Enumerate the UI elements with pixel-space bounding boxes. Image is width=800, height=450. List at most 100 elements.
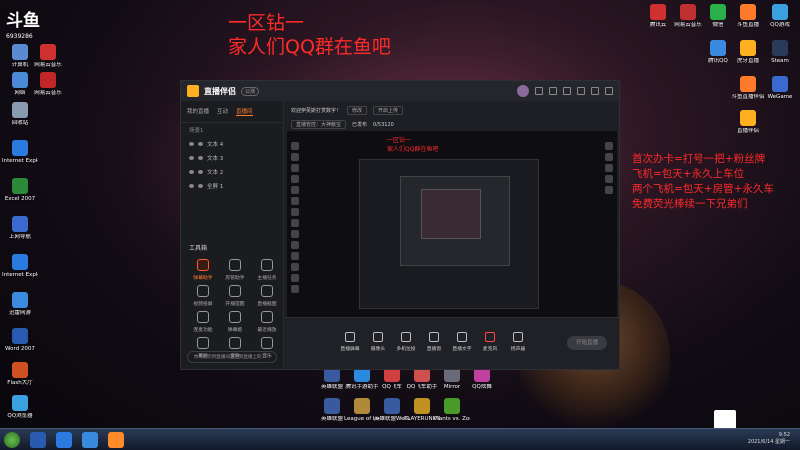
tool-item[interactable]: 弹幕姬 [221,311,249,333]
tool-icon [261,337,273,349]
user-avatar[interactable] [517,85,529,97]
desktop-icon-label: Plants vs. Zombies G... [434,416,470,422]
eye-icon[interactable] [189,142,194,146]
desktop-icon[interactable]: Flash大厅 [2,362,38,386]
control-icon [485,332,495,342]
tool-item[interactable]: 开播提醒 [221,285,249,307]
control-item[interactable]: 摄像头 [363,332,393,352]
menu-icon[interactable] [577,87,585,95]
control-icon [457,332,467,342]
desktop-icon[interactable]: Internet Explorer [2,254,38,278]
close-icon[interactable] [605,87,613,95]
scene-item[interactable]: 文本 4 [181,137,283,151]
side-bottom-input[interactable]: 你可把示例直播间送回到直播上的… [187,351,277,363]
desktop-icon[interactable]: QQ游戏 [762,4,798,28]
app-icon [384,398,400,414]
edit-button[interactable]: 修改 [347,106,368,115]
control-item[interactable]: 多机位投 [391,332,421,352]
scene-label: 文本 4 [207,142,224,148]
app-icon [12,395,28,411]
lock-icon[interactable] [198,142,203,146]
scene-item[interactable]: 文本 3 [181,151,283,165]
desktop-icon-label: QQ炫舞 [472,384,492,390]
desktop-icon[interactable]: QQ浏览器 [2,395,38,419]
taskbar-qq[interactable] [82,432,98,448]
eye-icon[interactable] [189,156,194,160]
app-icon [710,4,726,20]
tool-item[interactable]: 直播截图 [253,285,281,307]
live-companion-window[interactable]: 直播伴侣 公测 我的直播 互动 直播间 场景1 文本 4 文本 3 文本 2 全… [180,80,620,370]
control-item[interactable]: 麦克风 [475,332,505,352]
category-pill[interactable]: 直播管控：大神献宝 [291,120,347,129]
scene-header[interactable]: 场景1 [181,123,283,137]
douyu-corner-logo [714,410,736,430]
control-icon [513,332,523,342]
lock-icon[interactable] [198,170,203,174]
eye-icon[interactable] [189,184,194,188]
preview-overlay-2: 家人们QQ群在鱼吧 [387,146,439,153]
upload-button[interactable]: 开启上传 [373,106,404,115]
desktop-icon[interactable]: 网易云音乐 [30,72,66,96]
control-item[interactable]: 直播窗 [419,332,449,352]
stream-title: 欢迎伊芙斯打赏数字！ [291,108,342,114]
note-line: 首次办卡=打号一把+粉丝牌 [632,153,766,165]
taskbar-explorer[interactable] [30,432,46,448]
taskbar: 9:52 2021/6/14 星期一 [0,428,800,450]
app-icon [12,254,28,270]
eye-icon[interactable] [189,170,194,174]
desktop-icon[interactable]: 虎牙直播 [730,40,766,64]
desktop-icon[interactable]: 直播伴侣 [730,110,766,134]
control-label: 摄像头 [370,347,386,352]
tool-item[interactable]: 房管助手 [221,259,249,281]
app-icon [12,216,28,232]
tool-label: 弹幕姬 [227,328,243,333]
stream-preview[interactable]: 一区钻一 家人们QQ群在鱼吧 [287,131,617,317]
desktop-icon[interactable]: 网易云音乐 [30,44,66,68]
desktop-icon[interactable]: 迅雷网游 [2,292,38,316]
control-bar: 直播屏幕 摄像头 多机位投 直播窗 直播文字 麦克风 扬声器 开始直播 [285,317,619,369]
desktop-icon-label: 回收站 [11,120,29,126]
taskbar-douyu[interactable] [108,432,124,448]
desktop-icon[interactable]: Word 2007 [2,328,38,352]
tool-item[interactable]: 主播任务 [253,259,281,281]
start-button[interactable] [4,432,20,448]
scene-item[interactable]: 全屏 1 [181,179,283,193]
control-item[interactable]: 扬声器 [503,332,533,352]
desktop-icon[interactable]: Plants vs. Zombies G... [434,398,470,422]
tool-item[interactable]: 连麦功能 [189,311,217,333]
scene-item[interactable]: 文本 2 [181,165,283,179]
desktop-icon[interactable]: 回收站 [2,102,38,126]
tab-my-live[interactable]: 我的直播 [187,107,209,116]
control-item[interactable]: 直播屏幕 [335,332,365,352]
desktop-icon[interactable]: 斗鱼直播 [730,4,766,28]
note-line: 两个飞机=包天+房管+永久车 [632,183,774,195]
tool-icon [229,337,241,349]
app-icon [12,292,28,308]
tool-icon [197,285,209,297]
app-icon [772,40,788,56]
minimize-icon[interactable] [591,87,599,95]
desktop-icon[interactable]: WeGame [762,76,798,100]
message-icon[interactable] [535,87,543,95]
clock[interactable]: 9:52 2021/6/14 星期一 [748,432,790,446]
tab-interact[interactable]: 互动 [217,107,228,116]
start-live-button[interactable]: 开始直播 [567,336,607,350]
desktop-icon[interactable]: Steam [762,40,798,64]
tab-live-room[interactable]: 直播间 [236,107,253,116]
settings-icon[interactable] [563,87,571,95]
tool-item[interactable]: 视频投屏 [189,285,217,307]
lock-icon[interactable] [198,184,203,188]
gift-icon[interactable] [549,87,557,95]
app-icon [740,76,756,92]
taskbar-ie[interactable] [56,432,72,448]
lock-icon[interactable] [198,156,203,160]
tool-item[interactable]: 最近播放 [253,311,281,333]
note-line: 免费荧光棒续一下兄弟们 [632,198,748,210]
desktop-icon[interactable]: 上网导航 [2,216,38,240]
tool-item[interactable]: 弹幕助手 [189,259,217,281]
control-item[interactable]: 直播文字 [447,332,477,352]
desktop-icon[interactable]: 斗鱼直播伴侣 [730,76,766,100]
desktop-icon[interactable]: Internet Explorer [2,140,38,164]
app-titlebar[interactable]: 直播伴侣 公测 [181,81,619,101]
desktop-icon[interactable]: Excel 2007 [2,178,38,202]
